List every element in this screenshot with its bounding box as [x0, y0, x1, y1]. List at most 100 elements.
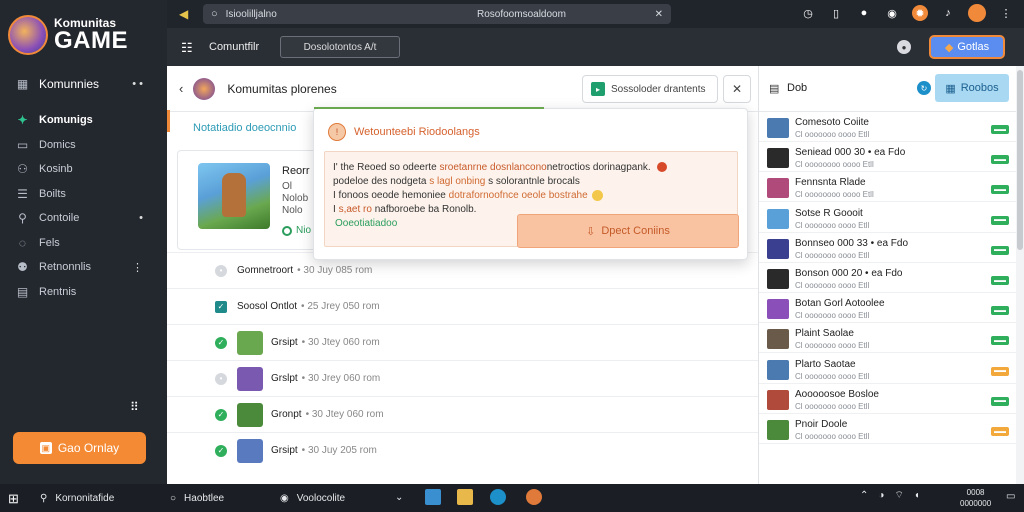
sidebar-item-domics[interactable]: ▭ Domics — [0, 133, 167, 158]
scrollbar[interactable] — [1016, 66, 1024, 484]
chevron-down-icon[interactable]: ⌄ — [395, 492, 403, 503]
game-thumbnail — [767, 178, 789, 199]
list-item[interactable]: ✓ Grsipt • 30 Jtey 060 rom — [167, 324, 758, 360]
taskbar: ⊞ ⚲ Kornonitafide ○ Haobtlee ◉ Voolocoli… — [0, 484, 1024, 512]
sidebar-item-kosinb[interactable]: ⚇ Kosinb — [0, 157, 167, 182]
toolbar-select[interactable]: Dosolotontos A/t — [280, 36, 400, 58]
sidebar-item-boilts[interactable]: ☰ Boilts — [0, 182, 167, 207]
clock-icon[interactable]: ◷ — [800, 5, 816, 21]
clock[interactable]: 0008 0000000 — [960, 487, 991, 509]
status-check-icon[interactable]: ✓ — [215, 336, 227, 349]
settings-icon[interactable]: ◉ — [884, 5, 900, 21]
status-check-icon[interactable]: • — [215, 372, 227, 385]
sidebar-item-retnonnlis[interactable]: ⚉ Retnonnlis ⋮ — [0, 255, 167, 280]
notification-icon[interactable]: ● — [856, 5, 872, 21]
more-icon[interactable]: • — [139, 212, 143, 224]
file-explorer-icon[interactable] — [425, 489, 441, 505]
user-avatar[interactable] — [968, 4, 986, 22]
status-circle-icon[interactable]: ● — [897, 40, 911, 54]
bell-icon[interactable]: ♪ — [940, 5, 956, 21]
refresh-icon[interactable]: ↻ — [917, 81, 931, 95]
right-panel-row[interactable]: Botan Gorl Aotoolee Cl ooooooo oooo Etll ▬… — [759, 293, 1017, 324]
modal-primary-button[interactable]: ⇩ Dpect Coniins — [517, 214, 739, 248]
scrollbar-thumb[interactable] — [1017, 70, 1023, 250]
user-icon[interactable]: ◑ — [878, 490, 884, 501]
back-icon[interactable]: ‹ — [179, 81, 183, 96]
sidebar-item-komunnies[interactable]: ▦ Komunnies • • — [0, 66, 167, 102]
game-thumbnail — [767, 420, 789, 440]
game-card-line: Nolob — [282, 193, 309, 204]
right-panel-row[interactable]: Plaint Saolae Cl ooooooo oooo Etll ▬▬ — [759, 323, 1017, 354]
section-title: Notatiadio doeocnnio — [193, 122, 297, 134]
right-panel-row[interactable]: Fennsnta Rlade Cl oooooooo oooo Etll ▬▬ — [759, 172, 1017, 203]
modal-title: Wetounteebi Riodoolangs — [354, 126, 480, 138]
calendar-icon[interactable]: ▯ — [828, 5, 844, 21]
browser-icon[interactable] — [490, 489, 506, 505]
status-check-icon[interactable]: ✓ — [215, 408, 227, 421]
modal-link[interactable]: Ooeotiatiadoo — [335, 218, 397, 229]
download-icon: ⇩ — [586, 225, 596, 238]
list-item[interactable]: ✓ Soosol Ontlot • 25 Jrey 050 rom — [167, 288, 758, 324]
modal-text-line: podeloe des nodgeta s lagl onbing s solo… — [333, 176, 580, 187]
close-button[interactable]: ✕ — [723, 75, 751, 103]
modal-header: ! Wetounteebi Riodoolangs — [328, 123, 480, 141]
volume-icon[interactable]: ◖ — [914, 490, 920, 501]
status-check-icon[interactable]: • — [215, 264, 227, 277]
gamepad-icon: ✦ — [17, 113, 28, 128]
menu-icon[interactable]: ⋮ — [998, 5, 1014, 21]
right-panel-row[interactable]: Plarto Saotae Cl ooooooo oooo Etll ▬▬ — [759, 354, 1017, 384]
play-online-button[interactable]: ▣ Gao Ornlay — [13, 432, 146, 464]
list-item[interactable]: ✓ Gronpt • 30 Jtey 060 rom — [167, 396, 758, 432]
right-panel-header: ▤ Dob ↻ ▦ Roobos — [759, 66, 1016, 112]
wifi-icon[interactable]: ⌔ — [894, 489, 903, 502]
right-panel-row[interactable]: Bonson 000 20 • ea Fdo Cl ooooooo oooo Et… — [759, 263, 1017, 293]
right-panel-row[interactable]: Bonnseo 000 33 • ea Fdo Cl ooooooo oooo E… — [759, 233, 1017, 263]
right-panel-row[interactable]: Comesoto Coiite Cl ooooooo oooo Etll ▬▬ — [759, 112, 1017, 142]
taskbar-search[interactable]: ⚲ Kornonitafide — [32, 488, 162, 508]
pin-icon[interactable]: ✕ — [655, 9, 663, 20]
row-title: Botan Gorl Aotoolee — [795, 298, 885, 310]
sidebar-item-komunigs[interactable]: ✦ Komunigs — [0, 108, 167, 133]
folder-icon[interactable] — [457, 489, 473, 505]
right-panel-row[interactable]: Aooooosoe Bosloe Cl ooooooo oooo Etll ▬▬ — [759, 384, 1017, 414]
game-thumbnail — [237, 402, 263, 427]
toolbar-action-label: Gotlas — [957, 41, 990, 53]
fire-icon[interactable]: ✹ — [912, 5, 928, 21]
row-subtitle: Cl ooooooo oooo Etll — [795, 220, 870, 230]
grid-icon[interactable]: ☷ — [181, 40, 193, 56]
list-item[interactable]: • Grslpt • 30 Jrey 060 rom — [167, 360, 758, 396]
list-item[interactable]: ✓ Grsipt • 30 Juy 205 rom — [167, 432, 758, 468]
right-panel-row[interactable]: Sotse R Goooit Cl ooooooo oooo Etll ▬▬ — [759, 203, 1017, 233]
address-bar[interactable]: ○ Isioolilljalno Rosofoomsoaldoom ✕ — [203, 4, 671, 24]
windows-start-icon[interactable]: ⊞ — [8, 491, 19, 507]
status-badge: ▬▬ — [991, 276, 1009, 285]
status-check-icon[interactable]: ✓ — [215, 444, 227, 457]
notification-icon[interactable]: ▭ — [1006, 491, 1015, 502]
checkbox[interactable]: ✓ — [215, 300, 227, 313]
more-options-icon[interactable]: ⠿ — [130, 400, 140, 414]
sidebar: Komunitas GAME ▦ Komunnies • • ✦ Komunig… — [0, 0, 167, 484]
sidebar-item-rentnis[interactable]: ▤ Rentnis — [0, 280, 167, 305]
right-panel-row[interactable]: Pnoir Doole Cl ooooooo oooo Etll ▬▬ — [759, 414, 1017, 444]
app-logo[interactable]: Komunitas GAME — [0, 0, 167, 62]
app-avatar-icon: ◉ — [280, 492, 289, 504]
sidebar-item-fels[interactable]: ◌ Fels — [0, 231, 167, 256]
taskbar-app[interactable]: ◉ Voolocolite — [280, 488, 345, 508]
users-icon: ⚉ — [17, 260, 28, 275]
toolbar-action-button[interactable]: ◆ Gotlas — [929, 35, 1005, 59]
more-icon[interactable]: • • — [132, 78, 143, 90]
more-icon[interactable]: ⋮ — [132, 261, 143, 274]
game-thumbnail — [767, 208, 789, 229]
game-app-icon[interactable] — [526, 489, 542, 505]
notification-modal: ! Wetounteebi Riodoolangs I' the Reoed s… — [313, 107, 748, 260]
smile-icon — [591, 190, 603, 201]
back-arrow-icon[interactable]: ◀ — [179, 7, 188, 21]
chevron-up-icon[interactable]: ⌃ — [860, 490, 868, 501]
taskbar-app[interactable]: ○ Haobtlee — [170, 488, 224, 508]
filter-button[interactable]: ▸ Sossoloder drantents — [582, 75, 718, 103]
taskbar-app-label: Haobtlee — [184, 492, 225, 504]
right-panel-row[interactable]: Seniead 000 30 • ea Fdo Cl oooooooo oooo … — [759, 142, 1017, 173]
sidebar-item-contoile[interactable]: ⚲ Contoile • — [0, 206, 167, 231]
row-subtitle: Cl oooooooo oooo Etll — [795, 160, 874, 170]
right-panel-button[interactable]: ▦ Roobos — [935, 74, 1009, 102]
